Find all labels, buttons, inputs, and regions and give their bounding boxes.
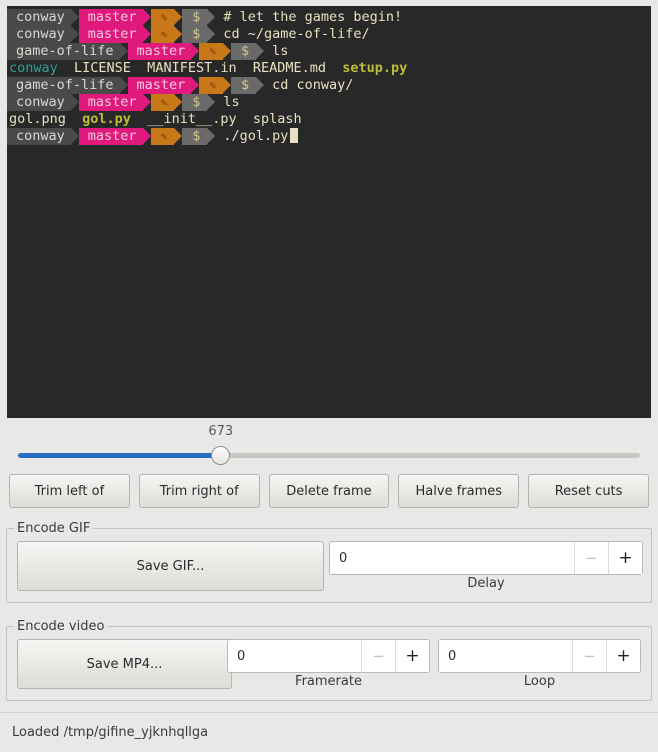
terminal-command: # let the games begin!	[223, 9, 403, 25]
prompt-branch-segment: master	[78, 128, 151, 145]
cut-buttons-row: Trim left of Trim right of Delete frame Hal…	[9, 474, 649, 508]
terminal-line: game-of-life master ✎ $ cd conway/	[7, 77, 651, 94]
encode-video-group: Encode video Save MP4... 0 − + Framerate…	[6, 619, 652, 701]
terminal-output: conway LICENSE MANIFEST.in README.md set…	[9, 60, 408, 76]
terminal-line: conway master ✎ $ # let the games begin!	[7, 9, 651, 26]
pencil-icon: ✎	[150, 94, 182, 111]
encode-gif-group: Encode GIF Save GIF... 0 − + Delay	[6, 521, 652, 603]
loop-decrement-button[interactable]: −	[572, 640, 606, 672]
reset-cuts-button[interactable]: Reset cuts	[528, 474, 649, 508]
prompt-dollar-segment: $	[182, 128, 216, 145]
trim-right-of-button[interactable]: Trim right of	[138, 474, 260, 508]
terminal-line: game-of-life master ✎ $ ls	[7, 43, 651, 60]
terminal-cursor	[290, 128, 299, 143]
terminal-command: ./gol.py	[223, 128, 289, 144]
loop-spinner[interactable]: 0 − +	[438, 639, 641, 673]
frame-slider-fill	[18, 453, 221, 458]
framerate-input[interactable]: 0	[228, 640, 361, 672]
prompt-dollar-segment: $	[230, 77, 265, 94]
pencil-icon: ✎	[150, 128, 182, 145]
prompt-dollar-segment: $	[182, 9, 216, 26]
statusbar: Loaded /tmp/gifine_yjknhqllga	[0, 712, 658, 752]
prompt-host-segment: conway	[7, 94, 79, 111]
prompt-branch-segment: master	[127, 43, 200, 60]
frame-slider-area: 673	[0, 420, 658, 470]
framerate-label: Framerate	[295, 674, 362, 689]
delay-decrement-button[interactable]: −	[574, 542, 608, 574]
terminal-line: conway master ✎ $ ./gol.py	[7, 128, 651, 145]
trim-left-of-button[interactable]: Trim left of	[9, 474, 130, 508]
prompt-host-segment: conway	[7, 128, 79, 145]
terminal-output: gol.png gol.py __init__.py splash	[9, 111, 302, 127]
encode-video-title: Encode video	[14, 619, 108, 634]
save-mp4-button[interactable]: Save MP4...	[17, 639, 232, 689]
prompt-host-segment: conway	[7, 26, 79, 43]
delay-increment-button[interactable]: +	[608, 542, 642, 574]
delay-spinner[interactable]: 0 − +	[329, 541, 643, 575]
prompt-dollar-segment: $	[182, 94, 216, 111]
terminal-line: conway LICENSE MANIFEST.in README.md set…	[7, 60, 651, 77]
frame-slider-value: 673	[208, 424, 234, 439]
prompt-dollar-segment: $	[182, 26, 216, 43]
terminal-line: conway master ✎ $ ls	[7, 94, 651, 111]
prompt-branch-segment: master	[127, 77, 200, 94]
framerate-decrement-button[interactable]: −	[361, 640, 395, 672]
pencil-icon: ✎	[150, 26, 182, 43]
encode-gif-title: Encode GIF	[14, 521, 94, 536]
prompt-dollar-segment: $	[230, 43, 265, 60]
prompt-branch-segment: master	[78, 26, 151, 43]
terminal-preview[interactable]: conway master ✎ $ # let the games begin! conw…	[7, 6, 651, 418]
terminal-command: cd conway/	[272, 77, 354, 93]
framerate-spinner[interactable]: 0 − +	[227, 639, 430, 673]
delay-label: Delay	[467, 576, 505, 591]
delete-frame-button[interactable]: Delete frame	[268, 474, 390, 508]
frame-slider-track[interactable]	[18, 453, 640, 458]
prompt-branch-segment: master	[78, 9, 151, 26]
loop-label: Loop	[523, 674, 556, 689]
terminal-command: ls	[223, 94, 240, 110]
frame-slider-handle[interactable]	[210, 446, 230, 465]
statusbar-text: Loaded /tmp/gifine_yjknhqllga	[12, 725, 209, 740]
pencil-icon: ✎	[199, 43, 231, 60]
terminal-command: cd ~/game-of-life/	[223, 26, 370, 42]
terminal-line: conway master ✎ $ cd ~/game-of-life/	[7, 26, 651, 43]
loop-input[interactable]: 0	[439, 640, 572, 672]
framerate-increment-button[interactable]: +	[395, 640, 429, 672]
pencil-icon: ✎	[199, 77, 231, 94]
prompt-host-segment: conway	[7, 9, 79, 26]
prompt-host-segment: game-of-life	[7, 43, 128, 60]
prompt-host-segment: game-of-life	[7, 77, 128, 94]
pencil-icon: ✎	[150, 9, 182, 26]
prompt-branch-segment: master	[78, 94, 151, 111]
loop-increment-button[interactable]: +	[606, 640, 640, 672]
terminal-line: gol.png gol.py __init__.py splash	[7, 111, 651, 128]
save-gif-button[interactable]: Save GIF...	[17, 541, 324, 591]
terminal-command: ls	[272, 43, 289, 59]
halve-frames-button[interactable]: Halve frames	[398, 474, 520, 508]
delay-input[interactable]: 0	[330, 542, 574, 574]
